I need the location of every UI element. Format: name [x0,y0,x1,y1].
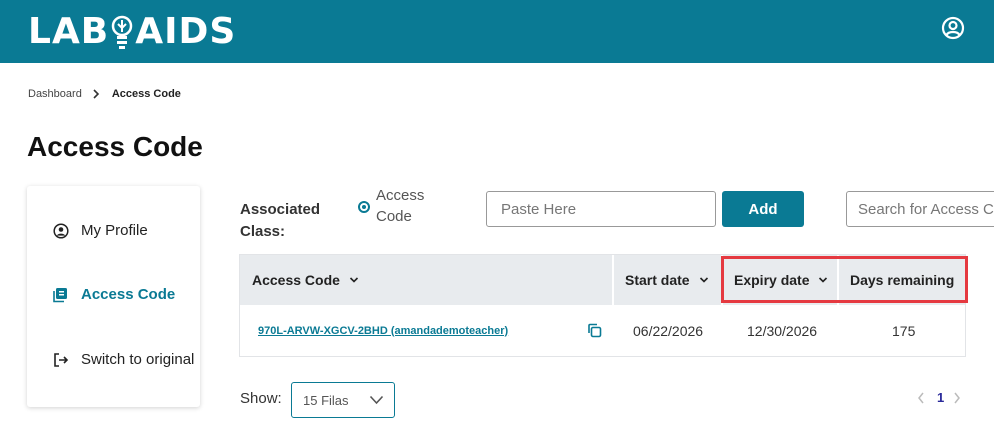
column-divider [612,255,614,305]
chevron-down-icon [369,395,384,405]
sidebar: My Profile Access Code Switch to origina… [27,186,200,407]
access-code-cell: 970L-ARVW-XGCV-2BHD (amandademoteacher) [258,305,508,356]
chevron-down-icon [699,277,708,283]
breadcrumb-dashboard[interactable]: Dashboard [28,88,82,100]
access-code-link[interactable]: 970L-ARVW-XGCV-2BHD (amandademoteacher) [258,325,508,337]
sidebar-item-switch-to-original[interactable]: Switch to original [53,351,194,368]
table-row: 970L-ARVW-XGCV-2BHD (amandademoteacher) … [240,305,965,356]
pagination: 1 [917,390,961,405]
breadcrumb-current: Access Code [111,88,181,100]
rows-per-page-select[interactable]: 15 Filas [291,382,395,418]
chevron-down-icon [349,277,359,283]
access-code-table: Access Code Start date Expiry date Days … [239,254,968,357]
start-date-cell: 06/22/2026 [633,322,704,339]
chevron-right-icon[interactable] [953,392,961,404]
user-circle-icon [53,222,69,239]
account-icon[interactable] [941,16,965,40]
chevron-right-icon [93,89,99,99]
paste-code-input[interactable] [486,191,716,227]
add-button[interactable]: Add [722,191,804,227]
column-header-label: Access Code [252,272,340,288]
column-header-start-date[interactable]: Start date [625,255,709,305]
logo-text-right: AIDS [135,11,237,52]
sidebar-item-my-profile[interactable]: My Profile [53,222,148,239]
expiry-date-cell: 12/30/2026 [747,322,818,339]
logo-text-left: LAB [28,11,110,52]
rows-per-page-value: 15 Filas [303,392,349,408]
sign-out-icon [54,352,69,367]
search-access-code-input[interactable] [846,191,994,227]
access-code-radio-label[interactable]: Access Code [376,185,436,227]
access-code-radio[interactable] [358,201,370,213]
sidebar-item-label: Switch to original [81,351,195,368]
column-header-access-code[interactable]: Access Code [252,255,359,305]
top-navbar: LAB AIDS [0,0,994,63]
books-icon [53,287,67,302]
column-header-label: Start date [625,272,690,288]
chevron-left-icon[interactable] [917,392,925,404]
highlight-box [721,256,968,303]
labaids-logo[interactable]: LAB AIDS [28,11,236,53]
sidebar-item-label: Access Code [81,286,176,303]
copy-icon[interactable] [587,323,602,338]
sidebar-item-access-code[interactable]: Access Code [53,286,175,303]
breadcrumb: Dashboard Access Code [28,88,181,100]
days-remaining-cell: 175 [892,322,916,339]
lightbulb-icon [112,15,133,49]
table-header: Access Code Start date Expiry date Days … [240,255,968,305]
associated-class-label: Associated Class: [240,201,321,240]
page-title: Access Code [27,131,203,162]
sidebar-item-label: My Profile [81,222,148,239]
page-number[interactable]: 1 [937,390,944,405]
show-rows-label: Show: [240,390,282,407]
